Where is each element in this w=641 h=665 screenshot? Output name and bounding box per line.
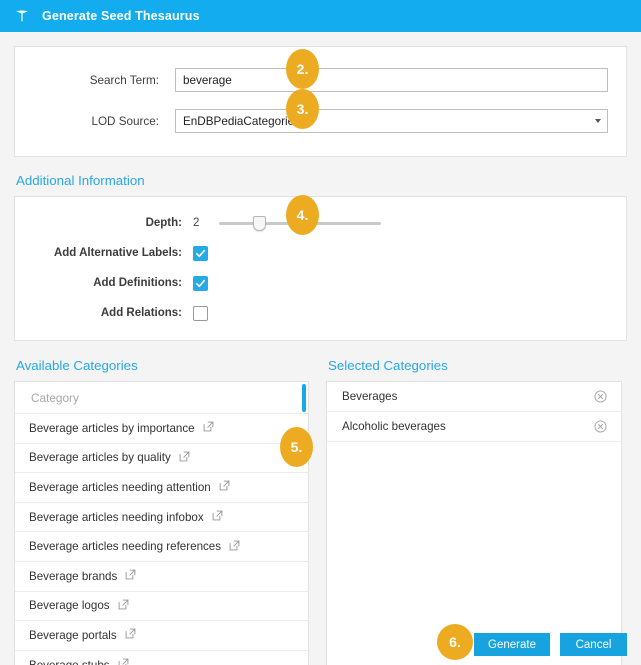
- category-filter-row: [15, 382, 308, 414]
- slider-thumb[interactable]: [253, 216, 266, 231]
- available-category-item[interactable]: Beverage articles needing references: [15, 532, 308, 562]
- check-icon: [195, 248, 206, 259]
- selected-categories-heading: Selected Categories: [328, 358, 622, 373]
- external-link-icon[interactable]: [179, 451, 190, 465]
- search-term-row: Search Term:: [33, 61, 608, 99]
- dialog-footer: Generate Cancel: [474, 633, 627, 656]
- cancel-button[interactable]: Cancel: [560, 633, 627, 656]
- search-term-input[interactable]: [175, 68, 608, 92]
- available-items-container: Beverage articles by importance Beverage …: [15, 414, 308, 665]
- selected-categories-list: Beverages Alcoholic beverages: [326, 381, 622, 665]
- selected-categories-column: Selected Categories Beverages Alcoholic b…: [326, 341, 622, 665]
- add-relations-checkbox[interactable]: [193, 306, 208, 321]
- search-term-label: Search Term:: [33, 74, 175, 87]
- category-label: Beverage articles needing infobox: [29, 511, 204, 524]
- lod-source-select[interactable]: EnDBPediaCategories: [175, 109, 608, 133]
- category-filter-input[interactable]: [29, 390, 294, 406]
- available-category-item[interactable]: Beverage articles needing attention: [15, 473, 308, 503]
- selected-items-container: Beverages Alcoholic beverages: [327, 382, 621, 442]
- available-category-item[interactable]: Beverage logos: [15, 592, 308, 622]
- add-relations-label: Add Relations:: [33, 307, 193, 319]
- remove-icon[interactable]: [594, 420, 607, 433]
- category-label: Beverage portals: [29, 629, 117, 642]
- thesaurus-t-icon: [13, 7, 31, 25]
- categories-columns: Available Categories Beverage articles b…: [0, 341, 641, 665]
- available-category-item[interactable]: Beverage articles by quality: [15, 444, 308, 474]
- external-link-icon[interactable]: [219, 480, 230, 494]
- category-label: Beverage logos: [29, 599, 110, 612]
- lod-source-row: LOD Source: EnDBPediaCategories: [33, 102, 608, 140]
- generate-seed-thesaurus-dialog: Generate Seed Thesaurus Search Term: LOD…: [0, 0, 641, 665]
- available-category-item[interactable]: Beverage articles needing infobox: [15, 503, 308, 533]
- depth-value: 2: [193, 217, 213, 229]
- window-title: Generate Seed Thesaurus: [42, 9, 200, 23]
- category-label: Beverage articles by importance: [29, 422, 195, 435]
- external-link-icon[interactable]: [229, 540, 240, 554]
- category-label: Alcoholic beverages: [342, 420, 446, 433]
- depth-label: Depth:: [33, 217, 193, 229]
- available-categories-heading: Available Categories: [16, 358, 309, 373]
- add-alternative-labels-label: Add Alternative Labels:: [33, 247, 193, 259]
- category-label: Beverage brands: [29, 570, 117, 583]
- additional-information: Depth: 2 Add Alternative Labels: Add Def…: [14, 196, 627, 341]
- available-category-item[interactable]: Beverage articles by importance: [15, 414, 308, 444]
- slider-track: [219, 222, 381, 225]
- list-scrollbar[interactable]: [302, 384, 306, 412]
- add-alternative-labels-row: Add Alternative Labels:: [33, 241, 608, 265]
- external-link-icon[interactable]: [118, 599, 129, 613]
- add-alternative-labels-checkbox[interactable]: [193, 246, 208, 261]
- add-definitions-label: Add Definitions:: [33, 277, 193, 289]
- search-form-panel: Search Term: LOD Source: EnDBPediaCatego…: [14, 46, 627, 157]
- selected-category-item[interactable]: Alcoholic beverages: [327, 412, 621, 442]
- available-category-item[interactable]: Beverage brands: [15, 562, 308, 592]
- depth-row: Depth: 2: [33, 211, 608, 235]
- additional-information-heading: Additional Information: [16, 173, 641, 188]
- available-categories-column: Available Categories Beverage articles b…: [14, 341, 309, 665]
- category-label: Beverage articles needing references: [29, 540, 221, 553]
- add-definitions-row: Add Definitions:: [33, 271, 608, 295]
- title-bar: Generate Seed Thesaurus: [0, 0, 641, 32]
- lod-source-label: LOD Source:: [33, 115, 175, 128]
- remove-icon[interactable]: [594, 390, 607, 403]
- category-label: Beverage articles needing attention: [29, 481, 211, 494]
- external-link-icon[interactable]: [125, 569, 136, 583]
- category-label: Beverage stubs: [29, 659, 110, 665]
- selected-category-item[interactable]: Beverages: [327, 382, 621, 412]
- lod-source-value[interactable]: EnDBPediaCategories: [175, 109, 608, 133]
- external-link-icon[interactable]: [212, 510, 223, 524]
- add-definitions-checkbox[interactable]: [193, 276, 208, 291]
- external-link-icon[interactable]: [118, 658, 129, 665]
- external-link-icon[interactable]: [203, 421, 214, 435]
- depth-slider[interactable]: [219, 215, 381, 231]
- add-relations-row: Add Relations:: [33, 301, 608, 325]
- generate-button[interactable]: Generate: [474, 633, 550, 656]
- check-icon: [195, 278, 206, 289]
- category-label: Beverages: [342, 390, 397, 403]
- external-link-icon[interactable]: [125, 628, 136, 642]
- available-categories-list: Beverage articles by importance Beverage …: [14, 381, 309, 665]
- available-category-item[interactable]: Beverage portals: [15, 621, 308, 651]
- available-category-item[interactable]: Beverage stubs: [15, 651, 308, 665]
- category-label: Beverage articles by quality: [29, 451, 171, 464]
